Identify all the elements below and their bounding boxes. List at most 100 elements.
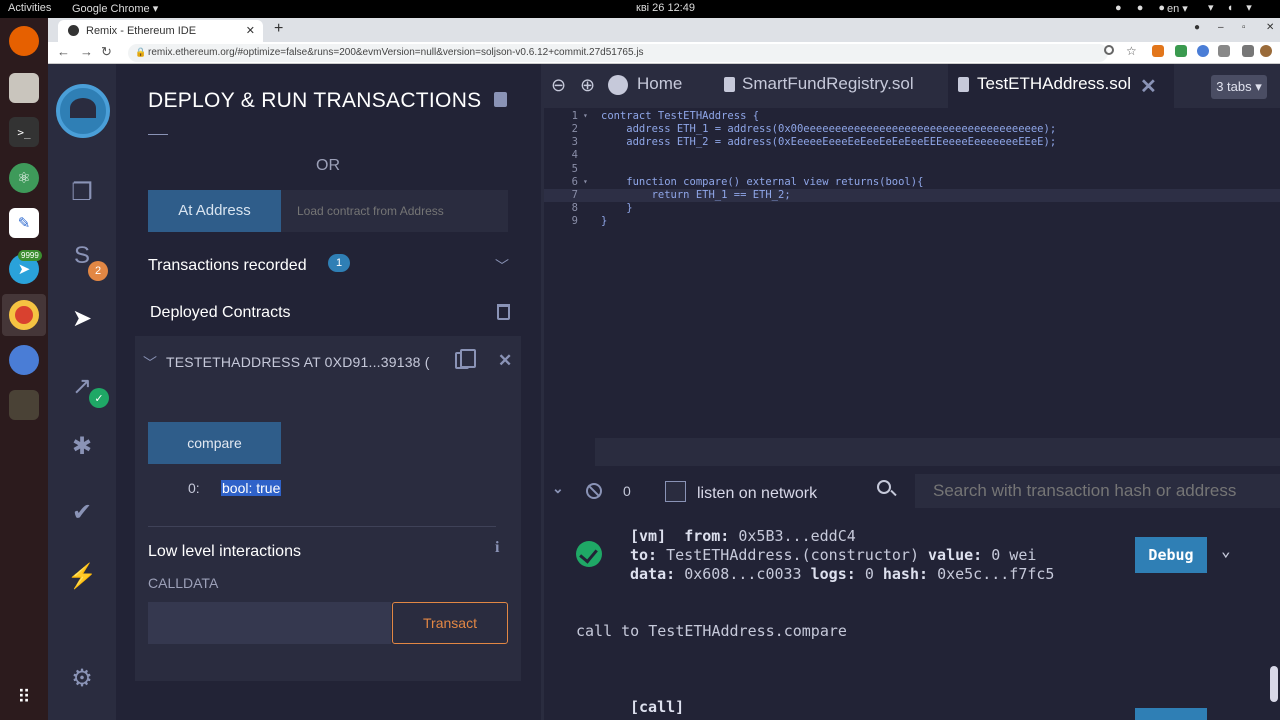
- text-editor-icon[interactable]: ✎: [9, 208, 39, 238]
- new-tab-button[interactable]: +: [274, 20, 283, 38]
- tx-log-line[interactable]: to: TestETHAddress.(constructor) value: …: [630, 546, 1036, 564]
- settings-gear-icon[interactable]: ⚙: [66, 662, 98, 694]
- terminal-icon[interactable]: >_: [9, 117, 39, 147]
- terminal-log: [vm] from: 0x5B3...eddC4 to: TestETHAddr…: [544, 516, 1280, 720]
- clock[interactable]: кві 26 12:49: [636, 2, 695, 14]
- close-icon[interactable]: ✕: [498, 351, 512, 371]
- home-remix-icon[interactable]: [608, 75, 628, 95]
- terminal-search-input[interactable]: [915, 474, 1280, 508]
- listen-on-network-checkbox[interactable]: [665, 481, 686, 502]
- line-number: 7: [571, 189, 578, 201]
- load-contract-address-input[interactable]: [281, 190, 508, 232]
- extensions-puzzle-icon[interactable]: [1242, 45, 1254, 57]
- code-line: address ETH_2 = address(0xEeeeeEeeeEeEee…: [601, 136, 1057, 148]
- fold-icon[interactable]: ▾: [583, 111, 588, 120]
- line-number: 2: [571, 123, 578, 135]
- output-index: 0:: [188, 480, 200, 496]
- call-log-line: call to TestETHAddress.compare: [576, 622, 847, 640]
- maximize-icon[interactable]: ▫: [1242, 22, 1246, 33]
- code-editor[interactable]: 1 ▾ contract TestETHAddress { 2 address …: [544, 108, 1280, 438]
- fold-icon[interactable]: ▾: [583, 177, 588, 186]
- calldata-input[interactable]: [148, 602, 391, 644]
- tab-testethaddress[interactable]: TestETHAddress.sol: [977, 74, 1131, 94]
- browser-toolbar: ← → ↻ 🔒 remix.ethereum.org/#optimize=fal…: [48, 42, 1280, 64]
- browser-app-icon[interactable]: [9, 345, 39, 375]
- collapse-terminal-icon[interactable]: ⌄: [552, 480, 564, 497]
- chrome-icon[interactable]: [9, 300, 39, 330]
- tx-log-line[interactable]: data: 0x608...c0033 logs: 0 hash: 0xe5c.…: [630, 565, 1054, 583]
- profile-avatar[interactable]: [1260, 45, 1272, 57]
- show-applications-icon[interactable]: ⠿: [9, 682, 39, 712]
- line-number: 3: [571, 136, 578, 148]
- chevron-down-icon[interactable]: ﹀: [495, 256, 509, 276]
- extension-icon[interactable]: [1175, 45, 1187, 57]
- editor-horizontal-scrollbar[interactable]: [595, 438, 1280, 466]
- or-separator: OR: [316, 157, 340, 174]
- tx-log-line[interactable]: [vm] from: 0x5B3...eddC4: [630, 527, 856, 545]
- info-icon[interactable]: i: [495, 539, 499, 557]
- minimize-icon[interactable]: –: [1218, 22, 1224, 33]
- browser-tab-remix[interactable]: Remix - Ethereum IDE ✕: [58, 20, 263, 42]
- log-key: logs:: [810, 565, 856, 583]
- address-bar[interactable]: 🔒 remix.ethereum.org/#optimize=false&run…: [128, 44, 1108, 62]
- file-explorer-icon[interactable]: ❐: [66, 176, 98, 208]
- debug-button[interactable]: Debug: [1135, 537, 1207, 573]
- clear-console-icon[interactable]: [586, 483, 602, 499]
- forward-icon[interactable]: →: [80, 44, 93, 59]
- calldata-label: CALLDATA: [148, 575, 219, 591]
- atom-icon[interactable]: ⚛: [9, 163, 39, 193]
- remix-logo-icon[interactable]: [56, 84, 110, 138]
- extension-icon[interactable]: [1197, 45, 1209, 57]
- expand-log-icon[interactable]: ⌄: [1221, 541, 1231, 560]
- language-selector[interactable]: en ▾: [1167, 2, 1188, 15]
- metamask-icon[interactable]: [1152, 45, 1164, 57]
- transact-button[interactable]: Transact: [392, 602, 508, 644]
- zoom-out-icon[interactable]: ⊖: [551, 75, 566, 96]
- testing-check-icon[interactable]: ✔: [66, 496, 98, 528]
- documentation-icon[interactable]: [494, 92, 507, 107]
- bookmark-star-icon[interactable]: ☆: [1126, 44, 1137, 58]
- ubuntu-dock: >_ ⚛ ✎ ➤ 9999 ⠿: [0, 18, 48, 720]
- system-menu-icons[interactable]: ▾ ◖ ▾: [1208, 1, 1257, 14]
- solidity-file-icon: [724, 77, 735, 92]
- activities-button[interactable]: Activities: [8, 2, 51, 14]
- debugger-bug-icon[interactable]: ✱: [66, 430, 98, 462]
- deploy-run-icon[interactable]: ➤: [66, 302, 98, 334]
- app-menu[interactable]: Google Chrome ▾: [72, 2, 158, 15]
- close-window-icon[interactable]: ✕: [1266, 22, 1274, 33]
- trash-icon[interactable]: [497, 304, 510, 320]
- transactions-recorded-badge: 1: [328, 254, 350, 272]
- log-key: data:: [630, 565, 676, 583]
- tab-smartfundregistry[interactable]: SmartFundRegistry.sol: [742, 74, 914, 94]
- extension-icon[interactable]: [1218, 45, 1230, 57]
- chevron-down-icon[interactable]: ﹀: [143, 353, 157, 373]
- compare-button[interactable]: compare: [148, 422, 281, 464]
- contract-instance-title[interactable]: TESTETHADDRESS AT 0XD91...39138 (: [166, 354, 430, 370]
- tray-icons[interactable]: ● ● ●: [1115, 2, 1171, 14]
- tab-home[interactable]: Home: [637, 74, 682, 94]
- close-tab-icon[interactable]: ✕: [1140, 74, 1157, 99]
- panel-title: DEPLOY & RUN TRANSACTIONS: [148, 89, 482, 112]
- close-tab-icon[interactable]: ✕: [246, 24, 255, 37]
- back-icon[interactable]: ←: [57, 44, 70, 59]
- terminal-scrollbar[interactable]: [1270, 666, 1278, 702]
- files-icon[interactable]: [9, 73, 39, 103]
- lock-icon: 🔒: [135, 47, 147, 57]
- url-text: remix.ethereum.org/#optimize=false&runs=…: [148, 47, 644, 58]
- transactions-recorded-label[interactable]: Transactions recorded: [148, 257, 307, 275]
- log-value: TestETHAddress.(constructor): [666, 546, 919, 564]
- plugin-manager-icon[interactable]: ⚡: [66, 560, 98, 592]
- listen-on-network-label: listen on network: [697, 485, 818, 502]
- gimp-icon[interactable]: [9, 390, 39, 420]
- zoom-icon[interactable]: [1104, 45, 1114, 55]
- log-key: from:: [684, 527, 730, 545]
- tab-search-icon[interactable]: ●: [1194, 22, 1200, 33]
- at-address-button[interactable]: At Address: [148, 190, 281, 232]
- debug-button[interactable]: [1135, 708, 1207, 720]
- copy-icon[interactable]: [455, 349, 476, 369]
- tabs-count-dropdown[interactable]: 3 tabs ▾: [1211, 75, 1267, 99]
- reload-icon[interactable]: ↻: [101, 44, 112, 60]
- firefox-icon[interactable]: [9, 26, 39, 56]
- zoom-in-icon[interactable]: ⊕: [580, 75, 595, 96]
- system-top-bar: Activities Google Chrome ▾ кві 26 12:49 …: [0, 0, 1280, 18]
